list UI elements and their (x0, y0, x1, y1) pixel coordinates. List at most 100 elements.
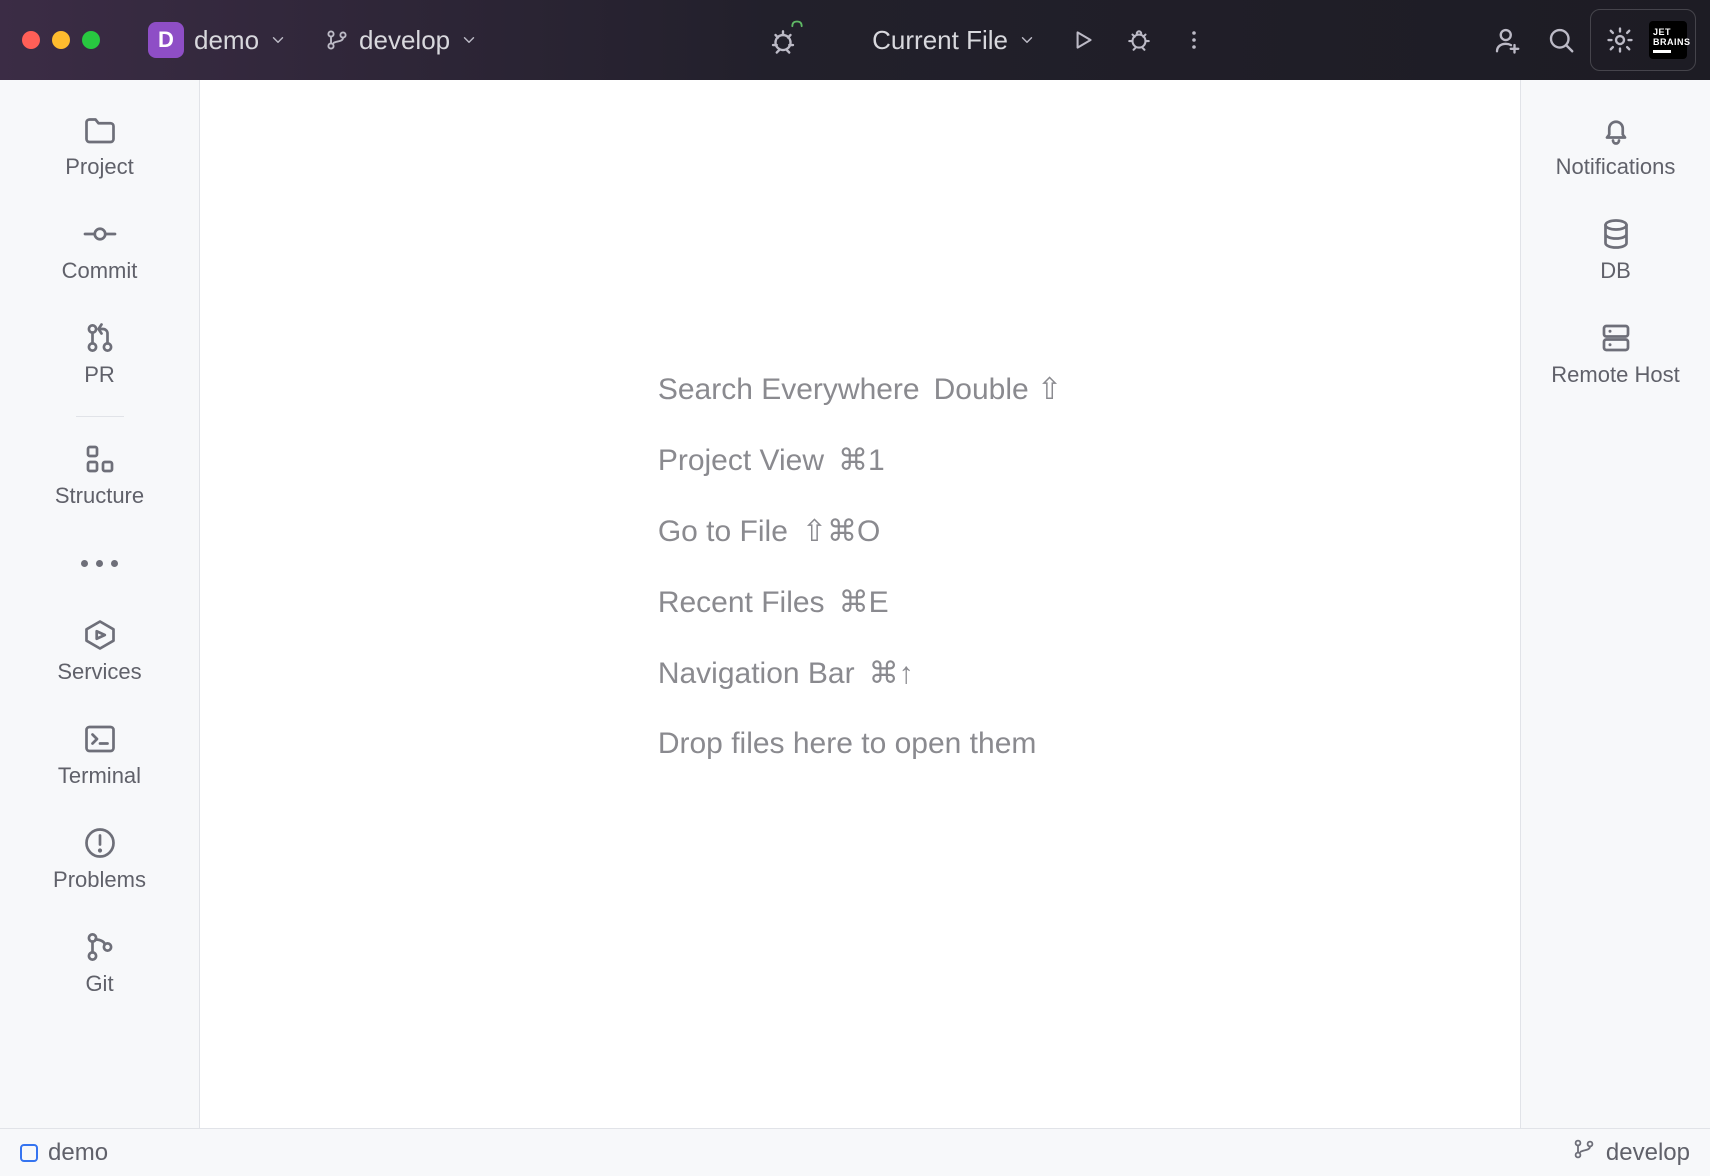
status-module-label: demo (48, 1139, 108, 1167)
jb-underline (1653, 50, 1671, 53)
play-icon (1070, 27, 1096, 53)
run-config-selector[interactable]: Current File (858, 16, 1050, 64)
hint-project-view: Project View ⌘1 (658, 443, 1062, 478)
run-button[interactable] (1060, 16, 1106, 64)
structure-icon (82, 441, 118, 477)
tool-commit[interactable]: Commit (0, 202, 199, 298)
hint-label: Search Everywhere (658, 373, 920, 407)
tool-services-label: Services (57, 659, 141, 685)
tool-problems[interactable]: Problems (0, 811, 199, 907)
stripe-separator (76, 416, 124, 417)
hint-shortcut: ⌘1 (838, 443, 885, 478)
close-window-button[interactable] (22, 31, 40, 49)
right-tool-stripe: Notifications DB Remote Host (1520, 80, 1710, 1128)
terminal-icon (82, 721, 118, 757)
hint-label: Go to File (658, 515, 788, 549)
git-icon (82, 929, 118, 965)
hint-shortcut: ⌘↑ (869, 656, 914, 691)
settings-button[interactable] (1599, 16, 1641, 64)
commit-icon (82, 216, 118, 252)
database-icon (1598, 216, 1634, 252)
pull-request-icon (82, 320, 118, 356)
tool-remote-host[interactable]: Remote Host (1521, 306, 1710, 402)
tool-git-label: Git (85, 971, 113, 997)
tool-services[interactable]: Services (0, 603, 199, 699)
jb-line1: JET (1653, 27, 1683, 37)
status-module[interactable]: demo (20, 1139, 108, 1167)
hint-drop-files: Drop files here to open them (658, 727, 1062, 761)
project-badge: D (148, 22, 184, 58)
hint-label: Recent Files (658, 586, 825, 620)
jb-line2: BRAINS (1653, 37, 1683, 47)
bell-icon (1598, 112, 1634, 148)
invite-collaborator-button[interactable] (1482, 16, 1532, 64)
hint-shortcut: ⇧⌘O (802, 514, 880, 549)
tool-remote-host-label: Remote Host (1551, 362, 1679, 388)
window-controls (22, 31, 100, 49)
hint-recent-files: Recent Files ⌘E (658, 585, 1062, 620)
branch-icon (1572, 1137, 1596, 1168)
tool-terminal-label: Terminal (58, 763, 141, 789)
jetbrains-toolbox-button[interactable]: JET BRAINS (1649, 21, 1687, 59)
zoom-window-button[interactable] (82, 31, 100, 49)
hint-label: Project View (658, 444, 824, 478)
search-icon (1546, 25, 1576, 55)
project-selector[interactable]: D demo (134, 16, 301, 64)
tool-database-label: DB (1600, 258, 1631, 284)
server-icon (1598, 320, 1634, 356)
titlebar: D demo develop Current (0, 0, 1710, 80)
minimize-window-button[interactable] (52, 31, 70, 49)
hint-go-to-file: Go to File ⇧⌘O (658, 514, 1062, 549)
user-plus-icon (1492, 25, 1522, 55)
tool-more[interactable] (0, 531, 199, 595)
module-icon (20, 1144, 38, 1162)
tool-project[interactable]: Project (0, 98, 199, 194)
hint-navigation-bar: Navigation Bar ⌘↑ (658, 656, 1062, 691)
services-icon (82, 617, 118, 653)
status-branch-label: develop (1606, 1139, 1690, 1167)
workspace: Project Commit PR (0, 80, 1710, 1128)
chevron-down-icon (269, 31, 287, 49)
tool-problems-label: Problems (53, 867, 146, 893)
tool-notifications-label: Notifications (1556, 154, 1676, 180)
tool-terminal[interactable]: Terminal (0, 707, 199, 803)
bug-icon (1126, 27, 1152, 53)
tool-git[interactable]: Git (0, 915, 199, 1011)
branch-selector[interactable]: develop (311, 16, 492, 64)
tool-structure[interactable]: Structure (0, 427, 199, 523)
tool-pr[interactable]: PR (0, 306, 199, 402)
folder-icon (82, 112, 118, 148)
editor-area[interactable]: Search Everywhere Double ⇧ Project View … (200, 80, 1520, 1128)
hint-search-everywhere: Search Everywhere Double ⇧ (658, 372, 1062, 407)
editor-empty-hints: Search Everywhere Double ⇧ Project View … (658, 372, 1062, 761)
tool-database[interactable]: DB (1521, 202, 1710, 298)
statusbar: demo develop (0, 1128, 1710, 1176)
more-vertical-icon (1182, 28, 1206, 52)
hint-drop-label: Drop files here to open them (658, 727, 1037, 761)
hint-shortcut: Double ⇧ (934, 372, 1063, 407)
tool-structure-label: Structure (55, 483, 144, 509)
left-tool-stripe: Project Commit PR (0, 80, 200, 1128)
tool-commit-label: Commit (62, 258, 138, 284)
hint-label: Navigation Bar (658, 657, 855, 691)
code-with-me-button[interactable] (758, 16, 808, 64)
branch-icon (325, 28, 349, 52)
problems-icon (82, 825, 118, 861)
status-branch[interactable]: develop (1572, 1137, 1690, 1168)
tool-project-label: Project (65, 154, 133, 180)
tool-notifications[interactable]: Notifications (1521, 98, 1710, 194)
debug-button[interactable] (1116, 16, 1162, 64)
search-everywhere-button[interactable] (1536, 16, 1586, 64)
gear-icon (1605, 25, 1635, 55)
branch-name: develop (359, 25, 450, 56)
more-horizontal-icon (82, 545, 118, 581)
tool-pr-label: PR (84, 362, 115, 388)
run-config-label: Current File (872, 25, 1008, 56)
chevron-down-icon (1018, 31, 1036, 49)
settings-and-toolbox: JET BRAINS (1590, 9, 1696, 71)
more-actions-button[interactable] (1172, 16, 1216, 64)
chevron-down-icon (460, 31, 478, 49)
hint-shortcut: ⌘E (839, 585, 889, 620)
project-badge-letter: D (158, 27, 174, 53)
project-name: demo (194, 25, 259, 56)
